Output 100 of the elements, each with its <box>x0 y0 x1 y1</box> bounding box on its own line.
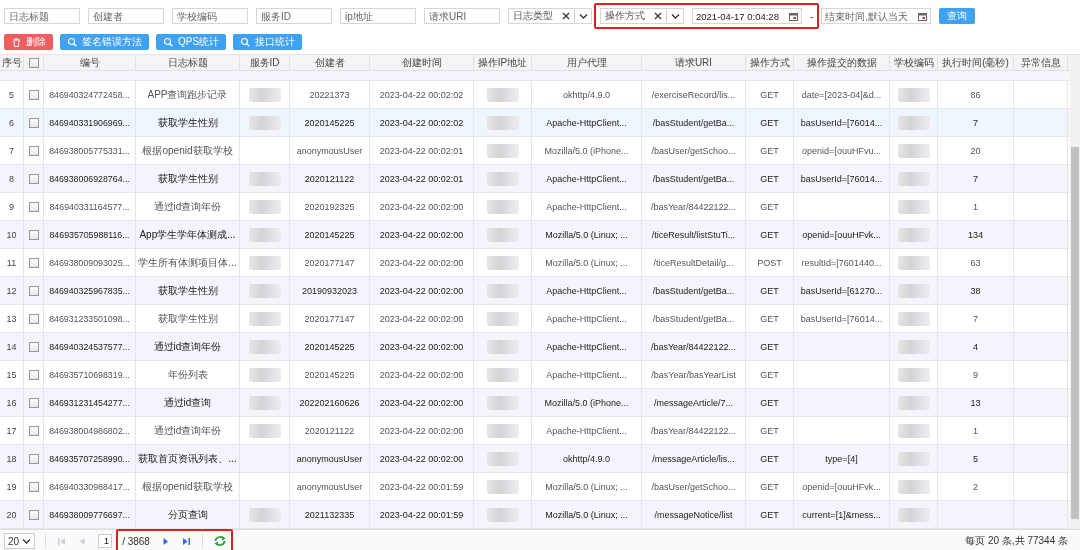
scroll-thumb[interactable] <box>1071 147 1079 519</box>
checkbox[interactable] <box>28 369 39 380</box>
table-row[interactable]: 16 846931231454277... 通过id查询 202202160626 2023-04-22 00:02:00 Mozilla/5.0 (iPhone... /messageArticle/7... GET 13 <box>0 389 1070 417</box>
table-row[interactable]: 18 846935707258990... 获取首页资讯列表、... anonymousUser 2023-04-22 00:02:00 okhttp/4.9.0 /messageArticle/lis... GET type=[4] 5 <box>0 445 1070 473</box>
checkbox[interactable] <box>28 89 39 100</box>
row-number: 15 <box>0 361 24 388</box>
date-field[interactable]: 2021-04-17 0:04:28 <box>692 8 802 24</box>
table-cell: 2 <box>973 481 978 492</box>
table-cell: GET <box>760 117 779 128</box>
table-cell: 2020145225 <box>304 229 355 240</box>
checkbox[interactable] <box>28 201 39 212</box>
text-input[interactable]: 创建者 <box>88 8 164 24</box>
table-cell: 获取学生性别 <box>157 115 218 130</box>
table-row[interactable]: 12 846940325967835... 获取学生性别 20190932023 2023-04-22 00:02:00 Apache-HttpClient... /basStudent/getBa... GET basUserId=[61270... 38 <box>0 277 1070 305</box>
page-size-select[interactable]: 20 <box>4 533 36 549</box>
table-cell: 通过id查询年份 <box>153 423 222 438</box>
table-row[interactable]: 11 846938009093025... 学生所有体测项目体... 2020177147 2023-04-22 00:02:00 Mozilla/5.0 (Linux; ... /ticeResultDetail/g... POST resultId=[7601440... 63 <box>0 249 1070 277</box>
row-number: 9 <box>0 193 24 220</box>
table-row[interactable]: 9 846940331164577... 通过id查询年份 2020192325 2023-04-22 00:02:00 Apache-HttpClient... /basYear/84422122... GET 1 <box>0 193 1070 221</box>
table-cell: 846931231454277... <box>49 397 130 408</box>
table-cell: 根据openid获取学校 <box>142 143 233 158</box>
row-number: 8 <box>0 165 24 192</box>
text-input[interactable]: 请求URI <box>424 8 500 24</box>
date-field[interactable]: 结束时间,默认当天 <box>821 8 932 24</box>
table-cell: Mozilla/5.0 (iPhone... <box>544 145 629 156</box>
table-cell: 9 <box>973 369 978 380</box>
table-cell: 846940324772458... <box>49 89 130 100</box>
table-cell: Mozilla/5.0 (Linux; ... <box>545 257 628 268</box>
checkbox[interactable] <box>28 173 39 184</box>
table-cell: Apache-HttpClient... <box>546 369 627 380</box>
table-cell: App学生学年体测成... <box>139 227 236 242</box>
text-input[interactable]: ip地址 <box>340 8 416 24</box>
table-cell: basUserId=[76014... <box>800 313 883 324</box>
text-input[interactable]: 服务ID <box>256 8 332 24</box>
checkbox[interactable] <box>28 285 39 296</box>
checkbox[interactable] <box>28 341 39 352</box>
table-cell: GET <box>760 369 779 380</box>
table-cell: 2023-04-22 00:01:59 <box>379 481 464 492</box>
checkbox[interactable] <box>28 313 39 324</box>
table-cell: anonymousUser <box>296 453 363 464</box>
table-cell: 7 <box>973 117 978 128</box>
row-number: 18 <box>0 445 24 472</box>
text-input[interactable]: 学校编码 <box>172 8 248 24</box>
table-cell: 获取学生性别 <box>157 171 218 186</box>
table-cell: /basStudent/getBa... <box>652 285 735 296</box>
table-cell: GET <box>760 145 779 156</box>
checkbox[interactable] <box>28 117 39 128</box>
table-row[interactable]: 7 846938005775331... 根据openid获取学校 anonymousUser 2023-04-22 00:02:01 Mozilla/5.0 (iPhone... /basUser/getSchoo... GET openid=[ouuHFvu... 20 <box>0 137 1070 165</box>
table-cell: APP查询跑步记录 <box>147 87 228 102</box>
table-cell: 2020145225 <box>304 369 355 380</box>
table-row[interactable]: 20 846938009776697... 分页查询 2021132335 2023-04-22 00:01:59 Mozilla/5.0 (Linux; ... /messageNotice/list GET current=[1]&mess... <box>0 501 1070 529</box>
table-cell: 2023-04-22 00:02:00 <box>379 453 464 464</box>
table-row[interactable]: 10 846935705988116... App学生学年体测成... 2020145225 2023-04-22 00:02:00 Mozilla/5.0 (Linux; ... /ticeResult/listStuTi... GET openid=[ouuHFvk... 134 <box>0 221 1070 249</box>
scrollbar[interactable] <box>1070 55 1080 529</box>
table-cell: 通过id查询年份 <box>153 199 222 214</box>
table-cell: basUserId=[76014... <box>800 173 883 184</box>
checkbox[interactable] <box>28 257 39 268</box>
table-row[interactable]: 19 846940330988417... 根据openid获取学校 anonymousUser 2023-04-22 00:01:59 Mozilla/5.0 (Linux; ... /basUser/getSchoo... GET openid=[ouuHFvk... 2 <box>0 473 1070 501</box>
checkbox[interactable] <box>28 425 39 436</box>
table-cell: /basYear/84422122... <box>650 425 737 436</box>
table-cell: 134 <box>968 229 983 240</box>
table-cell: Mozilla/5.0 (Linux; ... <box>545 481 628 492</box>
table-cell: Apache-HttpClient... <box>546 341 627 352</box>
table-cell: basUserId=[61270... <box>800 285 883 296</box>
table-cell: 846938006928764... <box>49 173 130 184</box>
table-cell: GET <box>760 341 779 352</box>
select-field[interactable]: 日志类型 <box>508 8 592 24</box>
table-row[interactable]: 5 846940324772458... APP查询跑步记录 20221373 2023-04-22 00:02:02 okhttp/4.9.0 /exerciseRecord/lis... GET date=[2023-04]&d... 86 <box>0 81 1070 109</box>
table-cell: GET <box>760 425 779 436</box>
refresh-icon[interactable] <box>212 535 227 547</box>
checkbox[interactable] <box>28 509 39 520</box>
checkbox[interactable] <box>28 397 39 408</box>
checkbox[interactable] <box>28 481 39 492</box>
search-icon <box>67 36 78 48</box>
table-row[interactable]: 15 846935710698319... 年份列表 2020145225 2023-04-22 00:02:00 Apache-HttpClient... /basYear/basYearList GET 9 <box>0 361 1070 389</box>
table-row[interactable]: 8 846938006928764... 获取学生性别 2020121122 2023-04-22 00:02:01 Apache-HttpClient... /basStudent/getBa... GET basUserId=[76014... 7 <box>0 165 1070 193</box>
table-row[interactable]: 17 846938004986802... 通过id查询年份 2020121122 2023-04-22 00:02:00 Apache-HttpClient... /basYear/84422122... GET 1 <box>0 417 1070 445</box>
page-input[interactable]: 1 <box>98 534 113 548</box>
table-cell: 2020192325 <box>304 201 355 212</box>
text-input[interactable]: 日志标题 <box>4 8 80 24</box>
table-cell: 根据openid获取学校 <box>142 479 233 494</box>
checkbox[interactable] <box>28 57 39 68</box>
table-cell: 846940325967835... <box>49 285 130 296</box>
table-row[interactable]: 13 846931233501098... 获取学生性别 2020177147 2023-04-22 00:02:00 Apache-HttpClient... /basStudent/getBa... GET basUserId=[76014... 7 <box>0 305 1070 333</box>
table-row[interactable]: 14 846940324537577... 通过id查询年份 2020145225 2023-04-22 00:02:00 Apache-HttpClient... /basYear/84422122... GET 4 <box>0 333 1070 361</box>
table-cell: Apache-HttpClient... <box>546 117 627 128</box>
column-header: 操作IP地址 <box>474 55 532 70</box>
table-cell: 86 <box>970 89 981 100</box>
checkbox[interactable] <box>28 145 39 156</box>
table-row[interactable]: 6 846940331906969... 获取学生性别 2020145225 2023-04-22 00:02:02 Apache-HttpClient... /basStudent/getBa... GET basUserId=[76014... 7 <box>0 109 1070 137</box>
table-cell: 2021132335 <box>304 509 355 520</box>
table-cell: Mozilla/5.0 (iPhone... <box>544 397 629 408</box>
checkbox[interactable] <box>28 229 39 240</box>
table-cell: 1 <box>973 425 978 436</box>
last-page-icon[interactable] <box>180 535 192 547</box>
checkbox[interactable] <box>28 453 39 464</box>
table-cell: 20 <box>970 145 981 156</box>
select-field[interactable]: 操作方式 <box>600 8 684 24</box>
table-cell: 学生所有体测项目体... <box>138 255 237 270</box>
table-cell: 2023-04-22 00:02:02 <box>379 117 464 128</box>
